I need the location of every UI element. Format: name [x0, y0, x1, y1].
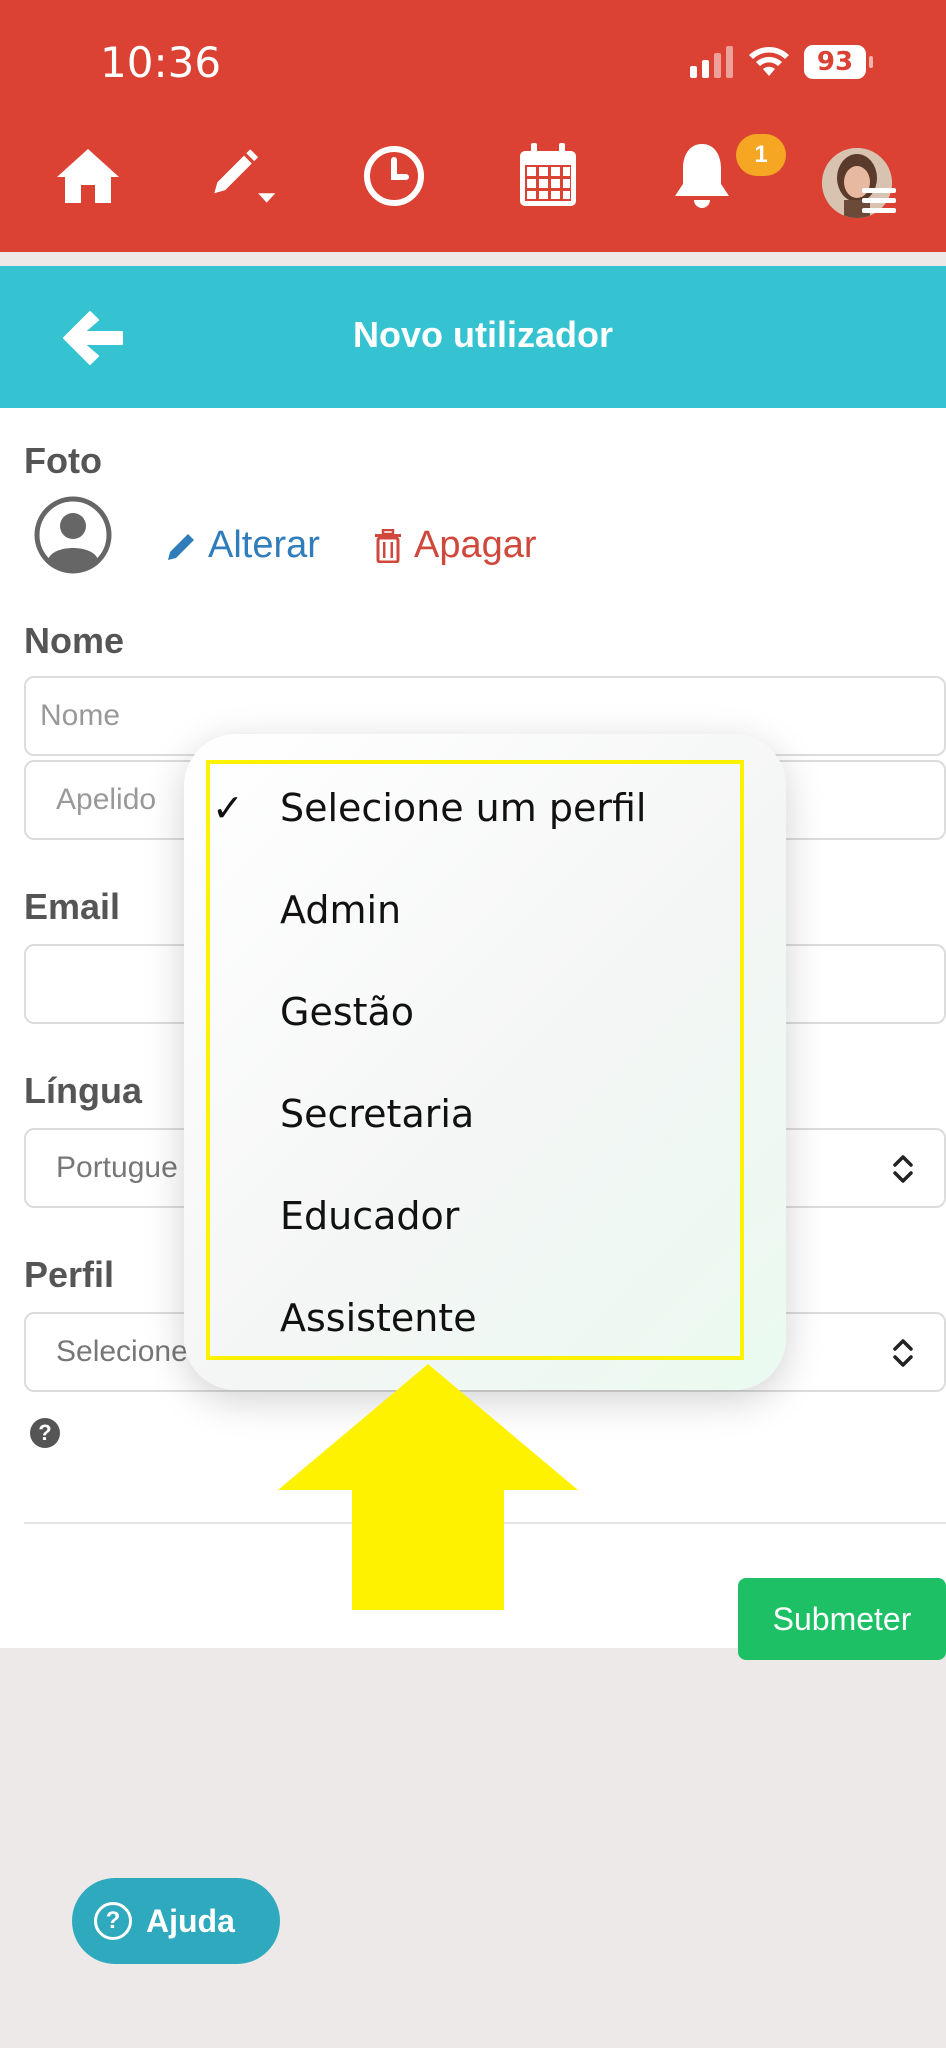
lingua-value: Portugue: [56, 1151, 178, 1184]
battery-indicator: 93: [804, 45, 873, 79]
perfil-label: Perfil: [24, 1254, 115, 1295]
edit-menu-icon[interactable]: [208, 140, 280, 212]
pencil-icon: [168, 533, 194, 560]
lingua-label: Língua: [24, 1070, 142, 1111]
signal-icon: [690, 46, 733, 78]
bell-icon[interactable]: [666, 140, 738, 212]
annotation-highlight-box: [206, 760, 744, 1360]
alterar-photo-link[interactable]: Alterar: [166, 524, 320, 567]
clock-icon[interactable]: [358, 140, 430, 212]
wifi-icon: [749, 47, 789, 76]
perfil-help-icon[interactable]: ?: [30, 1418, 60, 1448]
home-icon[interactable]: [52, 140, 124, 212]
alterar-label: Alterar: [208, 524, 320, 566]
submit-button[interactable]: Submeter: [738, 1578, 946, 1660]
nome-label: Nome: [24, 620, 125, 661]
help-label: Ajuda: [146, 1902, 235, 1939]
profile-placeholder-icon: [34, 496, 112, 574]
apagar-label: Apagar: [414, 524, 537, 566]
perfil-value: Selecione: [56, 1335, 188, 1368]
status-time: 10:36: [100, 38, 222, 87]
apagar-photo-link[interactable]: Apagar: [374, 524, 537, 567]
help-circle-icon: ?: [94, 1902, 132, 1940]
calendar-icon[interactable]: [512, 140, 584, 212]
notification-badge: 1: [736, 134, 786, 176]
page-title: Novo utilizador: [353, 314, 613, 355]
top-bar: 10:36 93 1: [0, 0, 946, 252]
annotation-up-arrow-icon: [278, 1364, 578, 1610]
trash-icon: [375, 528, 401, 563]
menu-icon[interactable]: [862, 186, 896, 216]
select-chevron-icon: [893, 1339, 913, 1367]
select-chevron-icon: [893, 1155, 913, 1183]
help-button[interactable]: ? Ajuda: [72, 1878, 280, 1964]
email-label: Email: [24, 886, 121, 927]
page-header: Novo utilizador: [0, 266, 946, 408]
foto-label: Foto: [24, 440, 102, 481]
status-icons: 93: [690, 44, 873, 80]
